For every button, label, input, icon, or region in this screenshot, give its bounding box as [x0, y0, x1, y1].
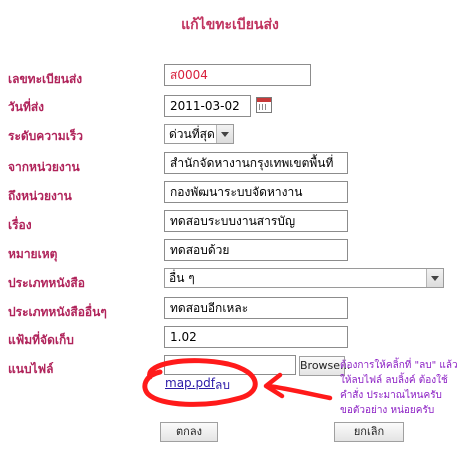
annotation-note: ต้องการให้คลิ้กที่ "ลบ" แล้ว ให้ลบไฟล์ ล… — [340, 360, 458, 416]
save-button[interactable]: ตกลง — [160, 422, 218, 442]
annotation-circle — [142, 358, 258, 407]
cancel-button[interactable]: ยกเลิก — [334, 422, 404, 442]
